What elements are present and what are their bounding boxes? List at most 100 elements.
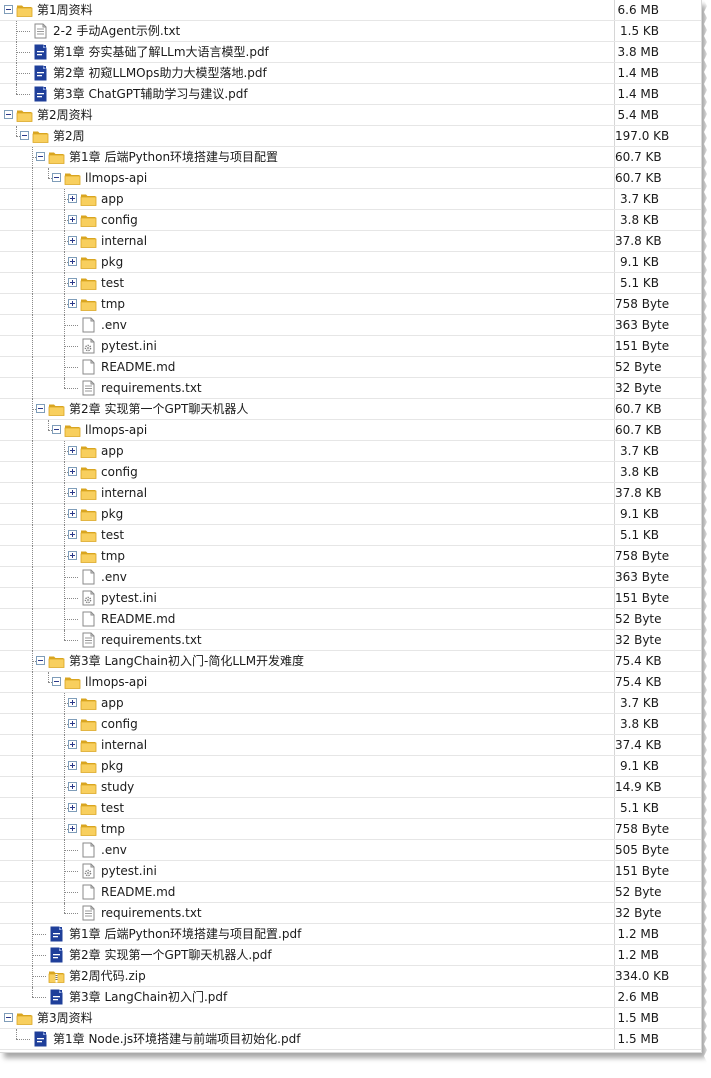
tree-size-cell: 758 Byte xyxy=(615,822,670,836)
expand-toggle-icon[interactable] xyxy=(68,467,77,476)
tree-row[interactable]: 第1章 后端Python环境搭建与项目配置 60.7 KB xyxy=(0,147,701,168)
tree-row[interactable]: internal 37.8 KB xyxy=(0,483,701,504)
collapse-toggle-icon[interactable] xyxy=(4,1013,13,1022)
tree-name-cell: config xyxy=(0,714,615,735)
collapse-toggle-icon[interactable] xyxy=(52,173,61,182)
tree-row[interactable]: 第3章 ChatGPT辅助学习与建议.pdf 1.4 MB xyxy=(0,84,701,105)
tree-row[interactable]: 第3章 LangChain初入门.pdf 2.6 MB xyxy=(0,987,701,1008)
expand-toggle-icon[interactable] xyxy=(68,278,77,287)
tree-row[interactable]: llmops-api 60.7 KB xyxy=(0,420,701,441)
collapse-toggle-icon[interactable] xyxy=(52,677,61,686)
tree-name-cell: 第3章 LangChain初入门-简化LLM开发难度 xyxy=(0,651,615,672)
tree-row[interactable]: config 3.8 KB xyxy=(0,462,701,483)
tree-name-cell: pkg xyxy=(0,756,615,777)
tree-row[interactable]: pkg 9.1 KB xyxy=(0,756,701,777)
tree-item-label: 第3周资料 xyxy=(37,1011,93,1025)
expand-toggle-icon[interactable] xyxy=(68,257,77,266)
expand-toggle-icon[interactable] xyxy=(68,761,77,770)
tree-guide-connector xyxy=(32,997,46,998)
tree-row[interactable]: pkg 9.1 KB xyxy=(0,504,701,525)
tree-row[interactable]: requirements.txt 32 Byte xyxy=(0,378,701,399)
tree-row[interactable]: 第1章 夯实基础了解LLm大语言模型.pdf 3.8 MB xyxy=(0,42,701,63)
tree-name-cell: 第1章 后端Python环境搭建与项目配置 xyxy=(0,147,615,168)
expand-toggle-icon[interactable] xyxy=(68,488,77,497)
pdf-file-icon xyxy=(32,86,49,102)
tree-row[interactable]: app 3.7 KB xyxy=(0,189,701,210)
tree-row[interactable]: README.md 52 Byte xyxy=(0,609,701,630)
tree-row[interactable]: 2-2 手动Agent示例.txt 1.5 KB xyxy=(0,21,701,42)
collapse-toggle-icon[interactable] xyxy=(36,152,45,161)
tree-row[interactable]: internal 37.8 KB xyxy=(0,231,701,252)
expand-toggle-icon[interactable] xyxy=(68,782,77,791)
tree-row[interactable]: app 3.7 KB xyxy=(0,441,701,462)
tree-row[interactable]: pytest.ini 151 Byte xyxy=(0,588,701,609)
tree-guide-line xyxy=(32,903,33,924)
collapse-toggle-icon[interactable] xyxy=(4,110,13,119)
tree-item-label: 第2章 实现第一个GPT聊天机器人 xyxy=(69,402,249,416)
tree-row[interactable]: tmp 758 Byte xyxy=(0,819,701,840)
collapse-toggle-icon[interactable] xyxy=(4,5,13,14)
collapse-toggle-icon[interactable] xyxy=(36,404,45,413)
tree-row[interactable]: tmp 758 Byte xyxy=(0,294,701,315)
expand-toggle-icon[interactable] xyxy=(68,446,77,455)
tree-row[interactable]: config 3.8 KB xyxy=(0,210,701,231)
tree-row[interactable]: 第1周资料 6.6 MB xyxy=(0,0,701,21)
expand-toggle-icon[interactable] xyxy=(68,530,77,539)
tree-row[interactable]: llmops-api 60.7 KB xyxy=(0,168,701,189)
tree-row[interactable]: README.md 52 Byte xyxy=(0,882,701,903)
tree-row[interactable]: study 14.9 KB xyxy=(0,777,701,798)
tree-size-cell: 9.1 KB xyxy=(620,255,659,269)
tree-row[interactable]: 第2周代码.zip 334.0 KB xyxy=(0,966,701,987)
tree-row[interactable]: .env 363 Byte xyxy=(0,315,701,336)
tree-row[interactable]: 第3周资料 1.5 MB xyxy=(0,1008,701,1029)
expand-toggle-icon[interactable] xyxy=(68,740,77,749)
tree-name-cell: requirements.txt xyxy=(0,630,615,651)
expand-toggle-icon[interactable] xyxy=(68,698,77,707)
tree-row[interactable]: pytest.ini 151 Byte xyxy=(0,861,701,882)
expand-toggle-icon[interactable] xyxy=(68,509,77,518)
tree-row[interactable]: app 3.7 KB xyxy=(0,693,701,714)
expand-toggle-icon[interactable] xyxy=(68,719,77,728)
tree-item-label: internal xyxy=(101,234,148,248)
collapse-toggle-icon[interactable] xyxy=(36,656,45,665)
tree-size-cell: 1.2 MB xyxy=(617,927,659,941)
tree-row[interactable]: .env 363 Byte xyxy=(0,567,701,588)
tree-row[interactable]: tmp 758 Byte xyxy=(0,546,701,567)
expand-toggle-icon[interactable] xyxy=(68,215,77,224)
tree-row[interactable]: requirements.txt 32 Byte xyxy=(0,903,701,924)
expand-toggle-icon[interactable] xyxy=(68,236,77,245)
tree-row[interactable]: 第2章 实现第一个GPT聊天机器人.pdf 1.2 MB xyxy=(0,945,701,966)
tree-row[interactable]: 第2周资料 5.4 MB xyxy=(0,105,701,126)
tree-row[interactable]: 第2章 实现第一个GPT聊天机器人 60.7 KB xyxy=(0,399,701,420)
tree-size-cell: 758 Byte xyxy=(615,549,670,563)
tree-name-cell: llmops-api xyxy=(0,420,615,441)
tree-row[interactable]: README.md 52 Byte xyxy=(0,357,701,378)
expand-toggle-icon[interactable] xyxy=(68,299,77,308)
tree-row[interactable]: test 5.1 KB xyxy=(0,273,701,294)
tree-size-cell: 3.8 KB xyxy=(620,717,659,731)
collapse-toggle-icon[interactable] xyxy=(20,131,29,140)
expand-toggle-icon[interactable] xyxy=(68,803,77,812)
tree-row[interactable]: pytest.ini 151 Byte xyxy=(0,336,701,357)
tree-row[interactable]: 第3章 LangChain初入门-简化LLM开发难度 75.4 KB xyxy=(0,651,701,672)
tree-row[interactable]: internal 37.4 KB xyxy=(0,735,701,756)
tree-row[interactable]: 第2周 197.0 KB xyxy=(0,126,701,147)
tree-row[interactable]: requirements.txt 32 Byte xyxy=(0,630,701,651)
tree-row[interactable]: 第1章 后端Python环境搭建与项目配置.pdf 1.2 MB xyxy=(0,924,701,945)
tree-row[interactable]: 第2章 初窥LLMOps助力大模型落地.pdf 1.4 MB xyxy=(0,63,701,84)
folder-icon xyxy=(80,212,97,228)
tree-row[interactable]: 第1章 Node.js环境搭建与前端项目初始化.pdf 1.5 MB xyxy=(0,1029,701,1050)
tree-row[interactable]: test 5.1 KB xyxy=(0,798,701,819)
expand-toggle-icon[interactable] xyxy=(68,824,77,833)
tree-row[interactable]: test 5.1 KB xyxy=(0,525,701,546)
tree-row[interactable]: config 3.8 KB xyxy=(0,714,701,735)
tree-guide-line xyxy=(32,693,33,714)
tree-size-cell: 3.7 KB xyxy=(620,444,659,458)
tree-guide-line xyxy=(32,336,33,357)
expand-toggle-icon[interactable] xyxy=(68,551,77,560)
expand-toggle-icon[interactable] xyxy=(68,194,77,203)
tree-row[interactable]: .env 505 Byte xyxy=(0,840,701,861)
tree-row[interactable]: pkg 9.1 KB xyxy=(0,252,701,273)
collapse-toggle-icon[interactable] xyxy=(52,425,61,434)
tree-row[interactable]: llmops-api 75.4 KB xyxy=(0,672,701,693)
